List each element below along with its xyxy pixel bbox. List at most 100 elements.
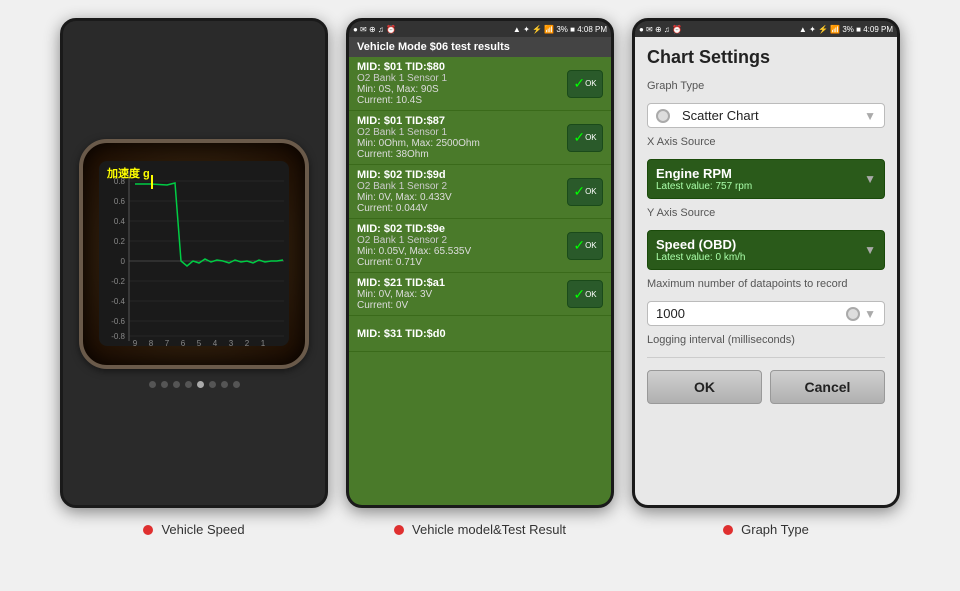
graph-type-value: Scatter Chart (674, 108, 860, 123)
test-results-list: MID: $01 TID:$80 O2 Bank 1 Sensor 1 Min:… (349, 57, 611, 505)
svg-text:0.4: 0.4 (114, 217, 126, 226)
x-axis-chevron-down-icon: ▼ (864, 172, 876, 186)
phone3-status-left: ● ✉ ⊕ ♫ ⏰ (639, 25, 682, 34)
item1-ok-label: OK (585, 79, 597, 88)
item5-ok-check: ✓ (573, 286, 585, 303)
y-axis-chevron-down-icon: ▼ (864, 243, 876, 257)
svg-text:-0.2: -0.2 (111, 277, 125, 286)
label-item-1: Vehicle Speed (60, 522, 328, 537)
item1-current: Current: 10.4S (357, 95, 567, 106)
settings-title: Chart Settings (647, 47, 885, 68)
item2-ok-check: ✓ (573, 129, 585, 146)
item5-current: Current: 0V (357, 300, 567, 311)
item3-ok-label: OK (585, 187, 597, 196)
phone2-status-right: ▲ ✦ ⚡ 📶 3% ■ 4:08 PM (513, 25, 607, 34)
item1-minmax: Min: 0S, Max: 90S (357, 84, 567, 95)
label-dot-1 (143, 525, 153, 535)
phone3-status-bar: ● ✉ ⊕ ♫ ⏰ ▲ ✦ ⚡ 📶 3% ■ 4:09 PM (635, 21, 897, 37)
item4-ok-check: ✓ (573, 237, 585, 254)
result-item-5: MID: $21 TID:$a1 Min: 0V, Max: 3V Curren… (349, 273, 611, 316)
max-datapoints-value: 1000 (656, 306, 842, 321)
item3-mid: MID: $02 TID:$9d (357, 169, 567, 181)
item5-minmax: Min: 0V, Max: 3V (357, 289, 567, 300)
graph-type-label: Graph Type (647, 80, 885, 92)
log-interval-label: Logging interval (milliseconds) (647, 334, 885, 346)
item1-ok-btn[interactable]: ✓ OK (567, 70, 603, 98)
cancel-button[interactable]: Cancel (770, 370, 885, 404)
svg-text:7: 7 (165, 339, 170, 346)
svg-text:-0.4: -0.4 (111, 297, 125, 306)
phone1-frame: 加速度 g 0.8 0.6 0.4 (60, 18, 328, 508)
dot-5 (197, 381, 204, 388)
dot-4 (185, 381, 192, 388)
phone2-header: Vehicle Mode $06 test results (349, 37, 611, 57)
result-item-2: MID: $01 TID:$87 O2 Bank 1 Sensor 1 Min:… (349, 111, 611, 165)
item2-current: Current: 38Ohm (357, 149, 567, 160)
item3-sensor: O2 Bank 1 Sensor 2 (357, 181, 567, 192)
result-item-3: MID: $02 TID:$9d O2 Bank 1 Sensor 2 Min:… (349, 165, 611, 219)
item4-ok-btn[interactable]: ✓ OK (567, 232, 603, 260)
item5-ok-label: OK (585, 290, 597, 299)
label-text-1: Vehicle Speed (161, 522, 244, 537)
item3-current: Current: 0.044V (357, 203, 567, 214)
settings-buttons: OK Cancel (647, 370, 885, 404)
svg-text:6: 6 (181, 339, 186, 346)
phone2-status-left: ● ✉ ⊕ ♫ ⏰ (353, 25, 396, 34)
settings-divider (647, 357, 885, 358)
max-datapoints-select[interactable]: 1000 ▼ (647, 301, 885, 326)
svg-text:5: 5 (197, 339, 202, 346)
y-axis-select[interactable]: Speed (OBD) Latest value: 0 km/h ▼ (647, 230, 885, 270)
max-datapoints-chevron-down-icon: ▼ (864, 307, 876, 321)
x-axis-select[interactable]: Engine RPM Latest value: 757 rpm ▼ (647, 159, 885, 199)
phone3-frame: ● ✉ ⊕ ♫ ⏰ ▲ ✦ ⚡ 📶 3% ■ 4:09 PM Chart Set… (632, 18, 900, 508)
result-item-1: MID: $01 TID:$80 O2 Bank 1 Sensor 1 Min:… (349, 57, 611, 111)
item3-ok-btn[interactable]: ✓ OK (567, 178, 603, 206)
phone2-frame: ● ✉ ⊕ ♫ ⏰ ▲ ✦ ⚡ 📶 3% ■ 4:08 PM Vehicle M… (346, 18, 614, 508)
item1-ok-check: ✓ (573, 75, 585, 92)
item4-mid: MID: $02 TID:$9e (357, 223, 567, 235)
graph-type-radio[interactable] (656, 109, 670, 123)
result-item-6: MID: $31 TID:$d0 (349, 316, 611, 352)
label-item-2: Vehicle model&Test Result (346, 522, 614, 537)
dot-8 (233, 381, 240, 388)
label-dot-2 (394, 525, 404, 535)
chart-svg: 0.8 0.6 0.4 0.2 0 -0.2 -0.4 -0.6 -0.8 9 … (99, 161, 289, 346)
item4-ok-label: OK (585, 241, 597, 250)
dot-6 (209, 381, 216, 388)
item2-sensor: O2 Bank 1 Sensor 1 (357, 127, 567, 138)
item2-ok-btn[interactable]: ✓ OK (567, 124, 603, 152)
graph-type-select[interactable]: Scatter Chart ▼ (647, 103, 885, 128)
phone2-status-bar: ● ✉ ⊕ ♫ ⏰ ▲ ✦ ⚡ 📶 3% ■ 4:08 PM (349, 21, 611, 37)
dot-3 (173, 381, 180, 388)
svg-text:0.2: 0.2 (114, 237, 126, 246)
svg-text:0: 0 (121, 257, 126, 266)
ok-button[interactable]: OK (647, 370, 762, 404)
item4-current: Current: 0.71V (357, 257, 567, 268)
svg-text:2: 2 (245, 339, 250, 346)
max-datapoints-radio[interactable] (846, 307, 860, 321)
svg-text:9: 9 (133, 339, 138, 346)
y-axis-label: Y Axis Source (647, 207, 885, 219)
dot-2 (161, 381, 168, 388)
phone3-status-right: ▲ ✦ ⚡ 📶 3% ■ 4:09 PM (799, 25, 893, 34)
result-item-4: MID: $02 TID:$9e O2 Bank 1 Sensor 2 Min:… (349, 219, 611, 273)
x-axis-sub: Latest value: 757 rpm (656, 181, 864, 192)
item2-minmax: Min: 0Ohm, Max: 2500Ohm (357, 138, 567, 149)
item3-ok-check: ✓ (573, 183, 585, 200)
item6-mid: MID: $31 TID:$d0 (357, 328, 603, 340)
dot-7 (221, 381, 228, 388)
svg-text:4: 4 (213, 339, 218, 346)
chart-title: 加速度 g (107, 165, 150, 181)
item2-mid: MID: $01 TID:$87 (357, 115, 567, 127)
y-axis-sub: Latest value: 0 km/h (656, 252, 864, 263)
label-item-3: Graph Type (632, 522, 900, 537)
item5-ok-btn[interactable]: ✓ OK (567, 280, 603, 308)
chart-inner: 加速度 g 0.8 0.6 0.4 (99, 161, 289, 346)
max-datapoints-label: Maximum number of datapoints to record (647, 278, 885, 290)
graph-type-chevron-down-icon: ▼ (864, 109, 876, 123)
item4-minmax: Min: 0.05V, Max: 65.535V (357, 246, 567, 257)
item1-mid: MID: $01 TID:$80 (357, 61, 567, 73)
dot-1 (149, 381, 156, 388)
chart-bezel: 加速度 g 0.8 0.6 0.4 (79, 139, 309, 369)
item3-minmax: Min: 0V, Max: 0.433V (357, 192, 567, 203)
